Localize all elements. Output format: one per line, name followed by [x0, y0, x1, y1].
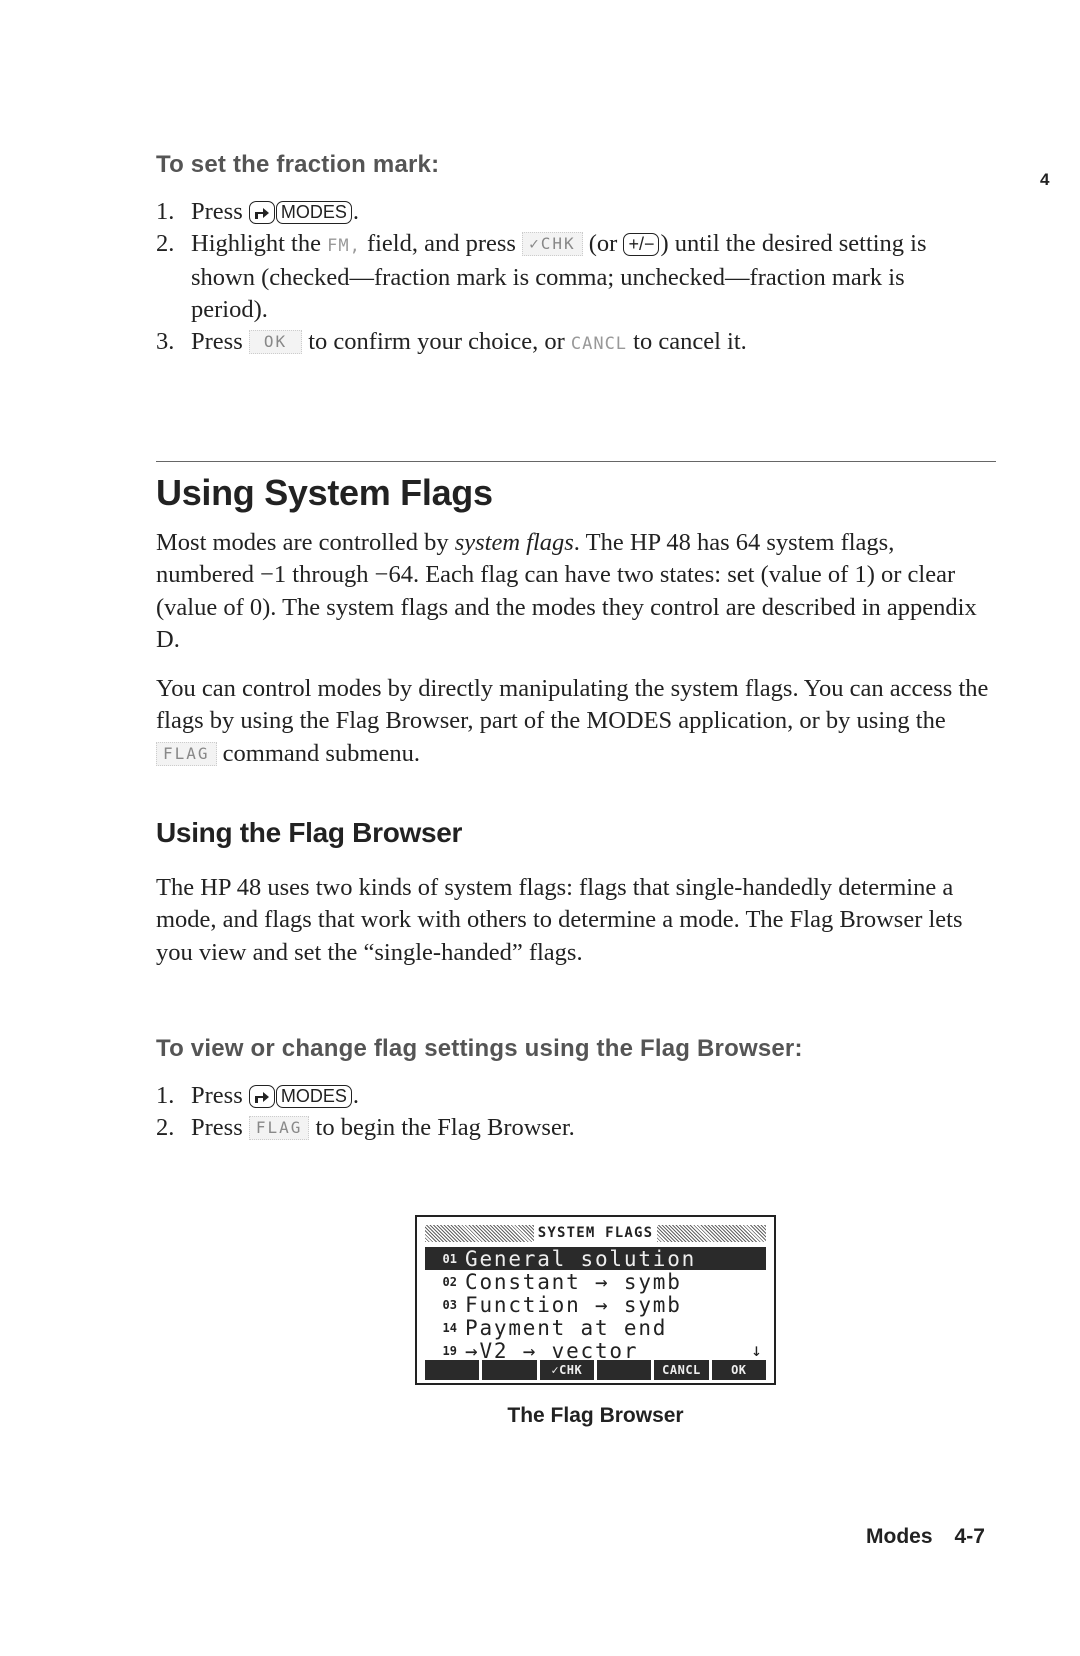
step-text: . [352, 1082, 359, 1109]
flag-softkey: FLAG [248, 1116, 310, 1140]
subsection-paragraph: The HP 48 uses two kinds of system flags… [156, 874, 963, 966]
step-text: Press [191, 328, 249, 355]
flag-list: 01 General solution 02 Constant → symb 0… [425, 1246, 766, 1363]
title-hatch-right [657, 1224, 767, 1242]
check-softkey: ✓CHK [522, 232, 583, 256]
menu-key-ok[interactable]: OK [711, 1360, 766, 1380]
flag-browser-screen: SYSTEM FLAGS 01 General solution 02 Cons… [415, 1215, 776, 1385]
figure-caption: The Flag Browser [507, 1404, 684, 1427]
flag-softkey: FLAG [156, 741, 217, 766]
section-paragraph-1: Most modes are controlled by system flag… [156, 527, 996, 656]
right-shift-key [248, 201, 275, 224]
step-text: to confirm your choice, or [302, 328, 571, 355]
flag-label: Payment at end [465, 1315, 668, 1340]
flag-number: 14 [442, 1320, 457, 1335]
step-number: 3. [156, 328, 175, 355]
step-item: 1. Press MODES. [156, 1080, 976, 1112]
section-title: Using System Flags [156, 472, 493, 513]
paragraph-text: command submenu. [216, 739, 420, 767]
step-number: 1. [156, 198, 175, 225]
step-text: (or [582, 230, 624, 257]
flag-browser-steps: 1. Press MODES. 2. Press FLAG to begin t… [156, 1080, 976, 1144]
flag-number: 03 [442, 1297, 457, 1312]
fm-field-label: FM, [327, 236, 361, 256]
step-number: 1. [156, 1082, 175, 1109]
modes-key: MODES [275, 1085, 352, 1108]
scroll-down-arrow-icon: ↓ [751, 1340, 762, 1361]
flag-label: Function → symb [465, 1292, 682, 1317]
procedure-heading-fraction-mark: To set the fraction mark: [156, 151, 440, 178]
menu-key-2[interactable] [482, 1360, 537, 1380]
step-text: Press [191, 1114, 249, 1141]
paragraph-text: You can control modes by directly manipu… [156, 675, 989, 735]
step-text: Highlight the [191, 230, 328, 257]
step-item: 2. Press FLAG to begin the Flag Browser. [156, 1112, 976, 1144]
flag-row[interactable]: 19 →V2 → vector ↓ [425, 1338, 766, 1363]
step-item: 3. Press OK to confirm your choice, or C… [156, 326, 976, 360]
page-footer: Modes 4-7 [866, 1525, 985, 1549]
procedure-heading-flag-browser: To view or change flag settings using th… [156, 1035, 803, 1062]
screen-title: SYSTEM FLAGS [537, 1225, 654, 1241]
section-divider [156, 461, 996, 462]
flag-label: General solution [465, 1246, 697, 1271]
step-text: to cancel it. [627, 328, 747, 355]
menu-key-check[interactable]: ✓CHK [539, 1360, 594, 1380]
flag-row[interactable]: 03 Function → symb [425, 1292, 766, 1317]
flag-row[interactable]: 14 Payment at end [425, 1315, 766, 1340]
softkey-menu: ✓CHK CANCL OK [425, 1360, 766, 1380]
flag-number: 02 [442, 1274, 457, 1289]
screen-title-bar: SYSTEM FLAGS [425, 1222, 767, 1244]
flag-label: →V2 → vector [465, 1338, 639, 1363]
menu-key-4[interactable] [596, 1360, 652, 1380]
paragraph-text: Most modes are controlled by [156, 529, 455, 556]
step-text: Press [191, 1082, 249, 1109]
menu-key-cancel[interactable]: CANCL [654, 1360, 709, 1380]
title-hatch-left [425, 1224, 534, 1242]
step-number: 2. [156, 230, 175, 257]
plus-minus-key: +/− [623, 233, 660, 256]
flag-row[interactable]: 02 Constant → symb [425, 1269, 766, 1294]
flag-row-selected[interactable]: 01 General solution [425, 1246, 766, 1271]
flag-number: 01 [442, 1251, 457, 1266]
step-text: field, and press [360, 230, 523, 257]
cancel-softkey: CANCL [570, 334, 628, 354]
menu-key-1[interactable] [425, 1360, 480, 1380]
subsection-title: Using the Flag Browser [156, 817, 463, 848]
flag-number: 19 [442, 1343, 457, 1358]
step-number: 2. [156, 1114, 175, 1141]
step-text: Press [191, 198, 249, 225]
fraction-mark-steps: 1. Press MODES. 2. Highlight the FM, fie… [156, 196, 976, 360]
step-item: 1. Press MODES. [156, 196, 976, 228]
right-shift-arrow-icon [254, 208, 269, 219]
step-text: . [352, 198, 359, 225]
step-item: 2. Highlight the FM, field, and press ✓C… [156, 228, 976, 326]
emphasis-system-flags: system flags [454, 529, 574, 556]
page-number: 4-7 [954, 1525, 985, 1548]
ok-softkey: OK [248, 330, 303, 354]
flag-label: Constant → symb [465, 1269, 682, 1294]
step-text: to begin the Flag Browser. [309, 1114, 575, 1141]
right-shift-key [248, 1085, 275, 1108]
chapter-tab-number: 4 [1040, 170, 1050, 189]
right-shift-arrow-icon [254, 1092, 269, 1103]
footer-chapter: Modes [866, 1525, 933, 1548]
section-paragraph-2: You can control modes by directly manipu… [156, 673, 996, 770]
modes-key: MODES [275, 201, 352, 224]
